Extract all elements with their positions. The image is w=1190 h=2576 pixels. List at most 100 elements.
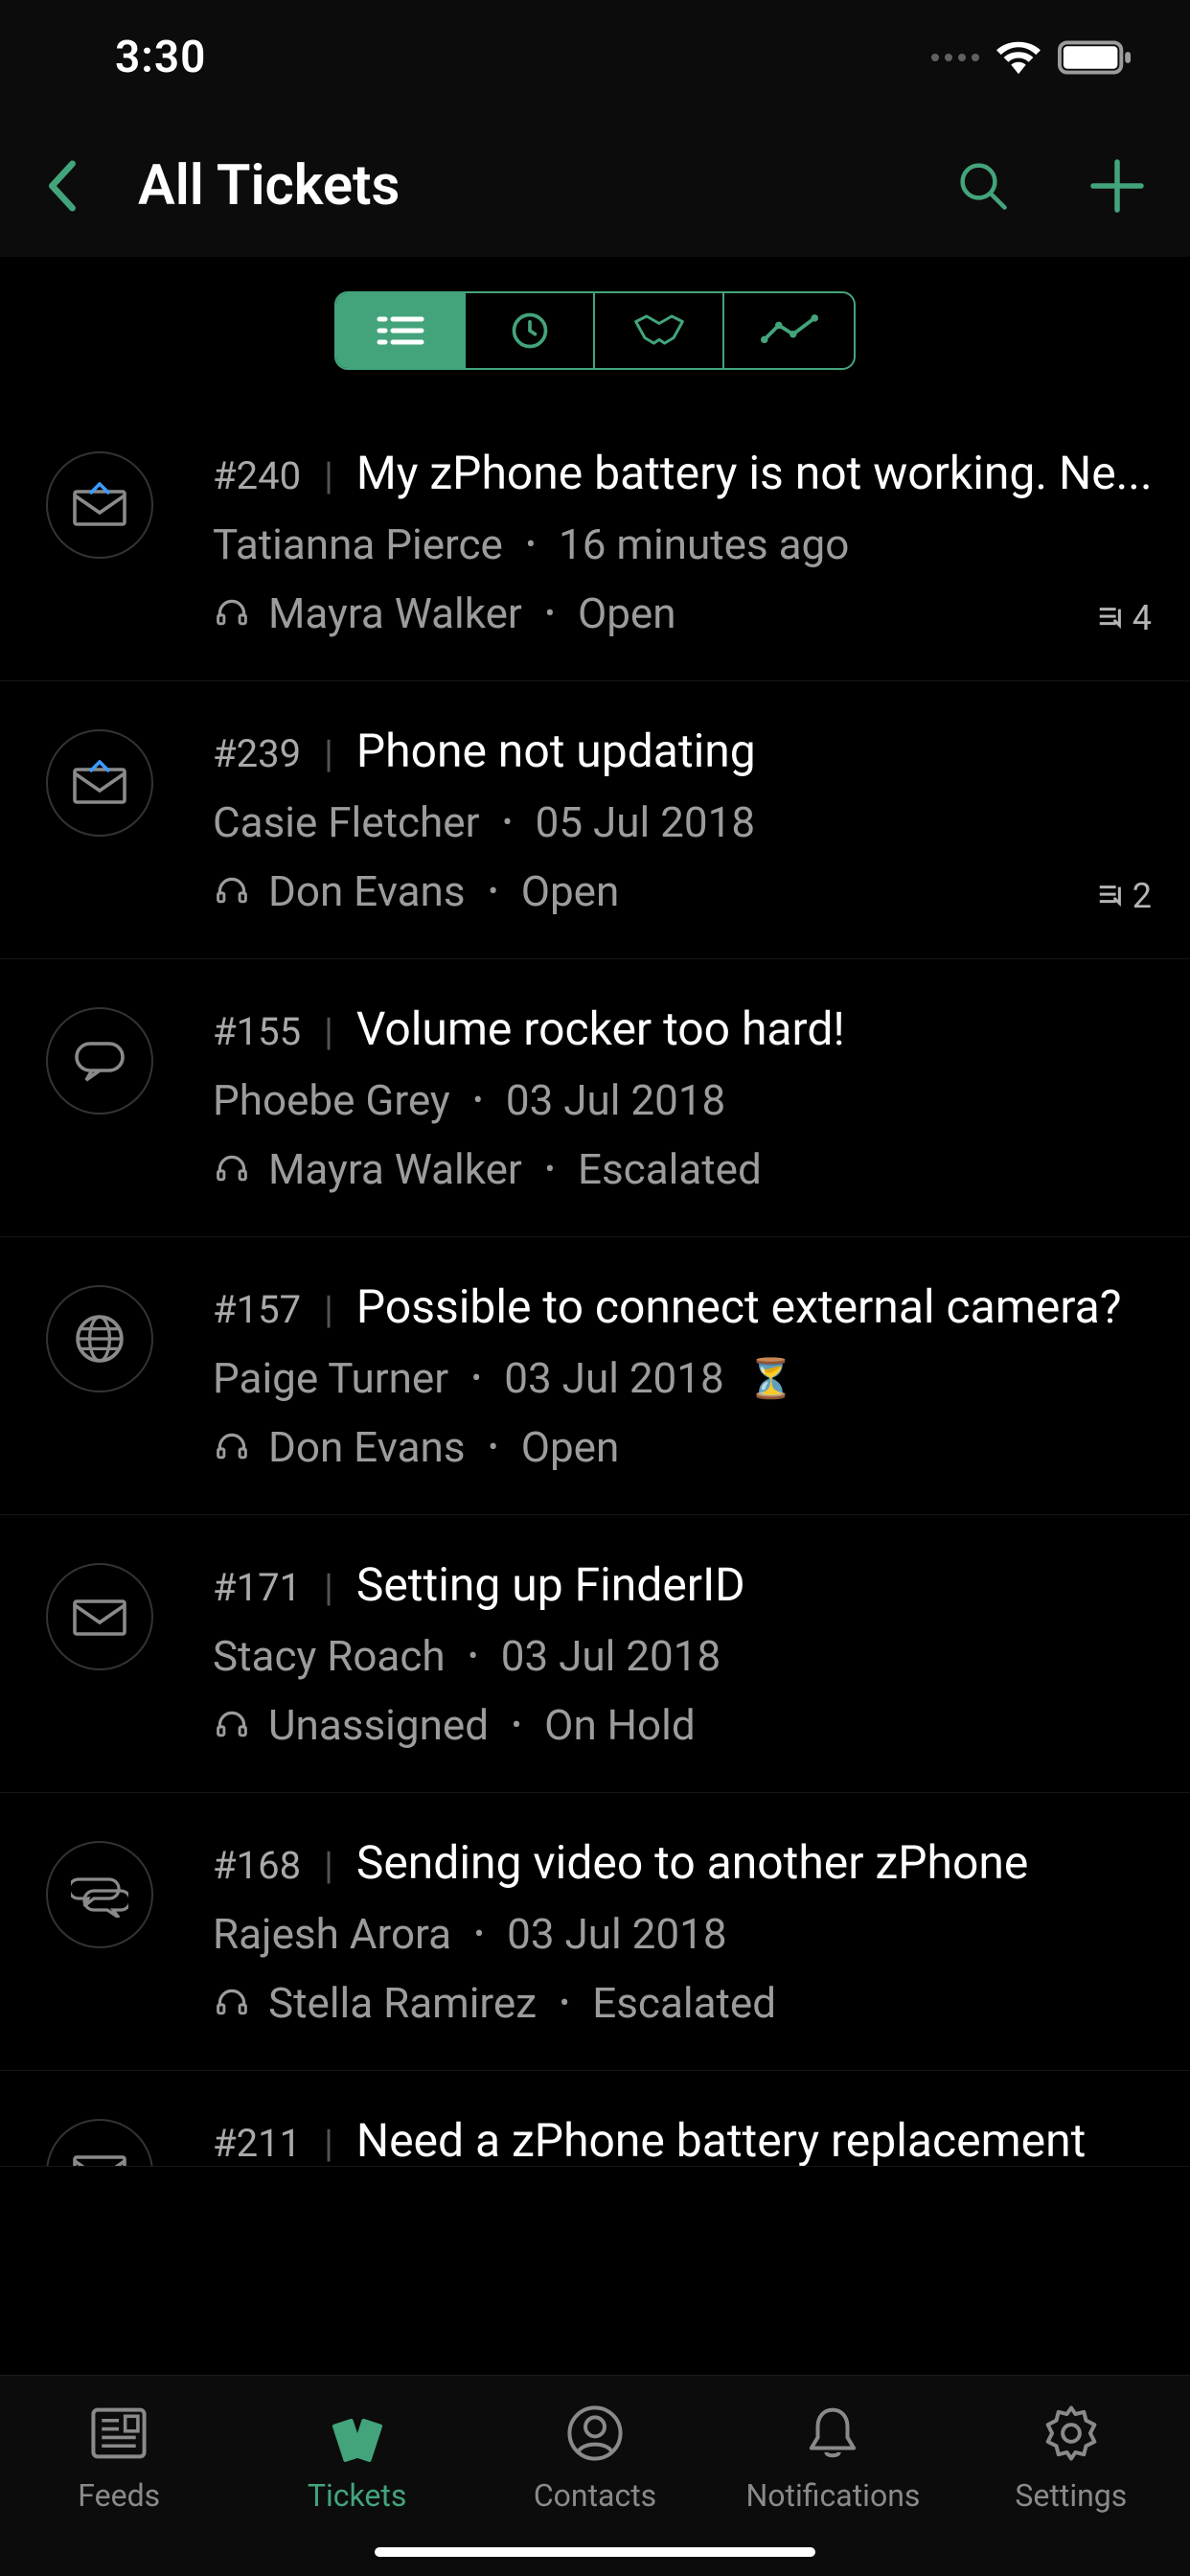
- view-segment: [334, 291, 856, 370]
- search-button[interactable]: [954, 157, 1012, 215]
- dot-separator: •: [496, 806, 517, 840]
- ticket-row[interactable]: #157 | Possible to connect external came…: [0, 1237, 1190, 1515]
- ticket-subject: Phone not updating: [356, 724, 756, 778]
- headset-icon: [213, 1428, 251, 1466]
- ticket-date: 03 Jul 2018: [501, 1631, 721, 1681]
- ticket-meta-row: Stacy Roach • 03 Jul 2018: [213, 1631, 1157, 1681]
- headset-icon: [213, 594, 251, 632]
- ticket-row[interactable]: #171 | Setting up FinderID Stacy Roach •…: [0, 1515, 1190, 1793]
- ticket-status-row: Don Evans • Open: [213, 1422, 1157, 1472]
- thread-count: 2: [1133, 876, 1152, 916]
- tab-label: Notifications: [745, 2477, 920, 2514]
- ticket-status: Open: [521, 866, 620, 916]
- hourglass-icon: ⏳: [747, 1356, 795, 1401]
- ticket-row[interactable]: #240 | My zPhone battery is not working.…: [0, 403, 1190, 681]
- tab-tickets[interactable]: Tickets: [238, 2376, 475, 2576]
- search-icon: [957, 160, 1009, 212]
- segment-deals[interactable]: [595, 293, 724, 368]
- ticket-subject: Need a zPhone battery replacement: [356, 2113, 1086, 2167]
- add-button[interactable]: [1088, 157, 1146, 215]
- requester-name: Tatianna Pierce: [213, 519, 503, 569]
- dot-separator: •: [483, 875, 504, 908]
- requester-name: Phoebe Grey: [213, 1075, 450, 1125]
- channel-icon: [46, 1563, 153, 1670]
- divider: |: [324, 1009, 333, 1054]
- assignee-name: Mayra Walker: [268, 588, 522, 638]
- ticket-row[interactable]: #155 | Volume rocker too hard! Phoebe Gr…: [0, 959, 1190, 1237]
- tab-settings[interactable]: Settings: [952, 2376, 1190, 2576]
- back-button[interactable]: [33, 138, 90, 234]
- ticket-date: 16 minutes ago: [559, 519, 849, 569]
- tab-bar: Feeds Tickets Contacts Notifications Set…: [0, 2375, 1190, 2576]
- segment-recent[interactable]: [466, 293, 595, 368]
- ticket-row[interactable]: #239 | Phone not updating Casie Fletcher…: [0, 681, 1190, 959]
- tab-notifications[interactable]: Notifications: [714, 2376, 951, 2576]
- status-time: 3:30: [115, 32, 206, 83]
- ticket-body: #168 | Sending video to another zPhone R…: [213, 1835, 1157, 2028]
- segment-list[interactable]: [336, 293, 466, 368]
- divider: |: [324, 1287, 333, 1332]
- ticket-date: 03 Jul 2018: [506, 1075, 725, 1125]
- thread-count-badge: 2: [1096, 876, 1152, 916]
- tab-label: Tickets: [308, 2477, 406, 2514]
- battery-icon: [1058, 40, 1133, 75]
- ticket-subject: Possible to connect external camera?: [356, 1279, 1122, 1334]
- status-bar: 3:30: [0, 0, 1190, 115]
- divider: |: [324, 1843, 333, 1888]
- contacts-icon: [565, 2403, 625, 2464]
- ticket-subject: Volume rocker too hard!: [356, 1001, 845, 1056]
- divider: |: [324, 731, 333, 776]
- headset-icon: [213, 1984, 251, 2022]
- divider: |: [324, 453, 333, 498]
- channel-icon: [46, 2119, 153, 2167]
- ticket-body: #155 | Volume rocker too hard! Phoebe Gr…: [213, 1001, 1157, 1194]
- ticket-meta-row: Phoebe Grey • 03 Jul 2018: [213, 1075, 1157, 1125]
- divider: |: [324, 2121, 333, 2166]
- ticket-body: #157 | Possible to connect external came…: [213, 1279, 1157, 1472]
- ticket-row[interactable]: #168 | Sending video to another zPhone R…: [0, 1793, 1190, 2071]
- channel-icon: [46, 451, 153, 559]
- ticket-list[interactable]: #240 | My zPhone battery is not working.…: [0, 403, 1190, 2167]
- ticket-status: On Hold: [544, 1700, 695, 1750]
- feeds-icon: [89, 2403, 149, 2464]
- view-segment-bar: [0, 257, 1190, 403]
- dot-separator: •: [469, 1918, 490, 1951]
- ticket-subject: Setting up FinderID: [356, 1557, 745, 1612]
- header: All Tickets: [0, 115, 1190, 257]
- ticket-row[interactable]: #211 | Need a zPhone battery replacement…: [0, 2071, 1190, 2167]
- requester-name: Paige Turner: [213, 1353, 448, 1403]
- ticket-id: #211: [213, 2121, 301, 2166]
- chevron-left-icon: [46, 160, 77, 212]
- assignee-name: Don Evans: [268, 866, 466, 916]
- ticket-title-row: #171 | Setting up FinderID: [213, 1557, 1157, 1612]
- wifi-icon: [996, 40, 1041, 75]
- ticket-title-row: #155 | Volume rocker too hard!: [213, 1001, 1157, 1056]
- divider: |: [324, 1565, 333, 1610]
- ticket-title-row: #157 | Possible to connect external came…: [213, 1279, 1157, 1334]
- ticket-meta-row: Rajesh Arora • 03 Jul 2018: [213, 1909, 1157, 1959]
- ticket-title-row: #240 | My zPhone battery is not working.…: [213, 446, 1157, 500]
- tab-feeds[interactable]: Feeds: [0, 2376, 238, 2576]
- home-indicator[interactable]: [375, 2547, 815, 2557]
- segment-analytics[interactable]: [724, 293, 854, 368]
- ticket-status-row: Mayra Walker • Escalated: [213, 1144, 1157, 1194]
- ticket-subject: My zPhone battery is not working. Ne...: [356, 446, 1153, 500]
- assignee-name: Mayra Walker: [268, 1144, 522, 1194]
- plus-icon: [1088, 157, 1146, 215]
- tab-contacts[interactable]: Contacts: [476, 2376, 714, 2576]
- ticket-title-row: #239 | Phone not updating: [213, 724, 1157, 778]
- ticket-id: #239: [213, 731, 301, 776]
- dot-separator: •: [466, 1362, 487, 1395]
- requester-name: Stacy Roach: [213, 1631, 446, 1681]
- dot-separator: •: [539, 597, 561, 631]
- header-actions: [954, 157, 1146, 215]
- ticket-meta-row: Paige Turner • 03 Jul 2018 ⏳: [213, 1353, 1157, 1403]
- thread-count: 4: [1133, 598, 1152, 638]
- ticket-status: Escalated: [578, 1144, 762, 1194]
- dot-separator: •: [463, 1640, 484, 1673]
- ticket-body: #171 | Setting up FinderID Stacy Roach •…: [213, 1557, 1157, 1750]
- assignee-name: Don Evans: [268, 1422, 466, 1472]
- channel-icon: [46, 729, 153, 837]
- thread-count-badge: 4: [1096, 598, 1152, 638]
- analytics-icon: [761, 311, 818, 350]
